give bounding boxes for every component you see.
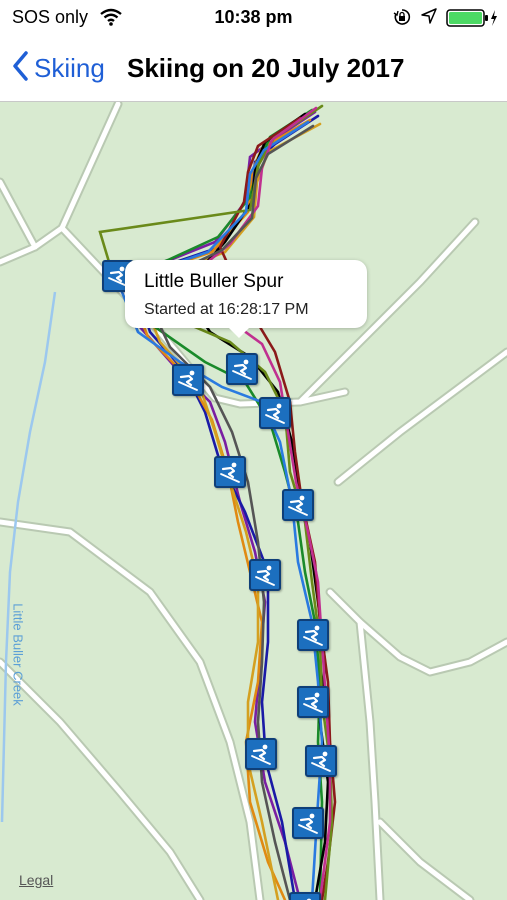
skier-marker[interactable]: [292, 807, 324, 839]
skier-icon: [232, 359, 252, 380]
callout-title: Little Buller Spur: [144, 271, 284, 292]
map-base: [0, 102, 507, 900]
map-callout[interactable]: Little Buller Spur Started at 16:28:17 P…: [125, 260, 367, 338]
skier-icon: [255, 565, 275, 586]
creek: [0, 291, 57, 823]
back-label: Skiing: [34, 52, 105, 83]
back-button[interactable]: Skiing: [12, 50, 105, 86]
skier-icon: [298, 813, 318, 834]
skier-marker[interactable]: [305, 745, 337, 777]
battery-charging-icon: [446, 9, 498, 32]
page-title: Skiing on 20 July 2017: [127, 53, 405, 83]
skier-icon: [288, 495, 308, 516]
skier-marker[interactable]: [289, 892, 321, 900]
skier-marker[interactable]: [245, 738, 277, 770]
orientation-lock-icon: [393, 8, 411, 31]
skier-icon: [251, 744, 271, 765]
skier-icon: [220, 462, 240, 483]
skier-marker[interactable]: [214, 456, 246, 488]
skier-icon: [311, 751, 331, 772]
navigation-bar: Skiing Skiing on 20 July 2017: [0, 34, 507, 102]
skier-icon: [265, 403, 285, 424]
skier-marker[interactable]: [249, 559, 281, 591]
legal-link[interactable]: Legal: [19, 872, 53, 888]
skier-icon: [303, 625, 323, 646]
skier-marker[interactable]: [172, 364, 204, 396]
skier-marker[interactable]: [226, 353, 258, 385]
status-bar: SOS only 10:38 pm: [0, 0, 507, 34]
location-arrow-icon: [421, 8, 437, 29]
map-view[interactable]: Little Buller Creek Little Buller Spur S…: [0, 102, 507, 900]
chevron-left-icon: [12, 50, 28, 86]
skier-icon: [178, 370, 198, 391]
skier-marker[interactable]: [259, 397, 291, 429]
skier-marker[interactable]: [297, 686, 329, 718]
callout-subtitle: Started at 16:28:17 PM: [144, 301, 309, 318]
skier-marker[interactable]: [297, 619, 329, 651]
creek-label: Little Buller Creek: [10, 603, 26, 706]
skier-icon: [303, 692, 323, 713]
skier-marker[interactable]: [282, 489, 314, 521]
